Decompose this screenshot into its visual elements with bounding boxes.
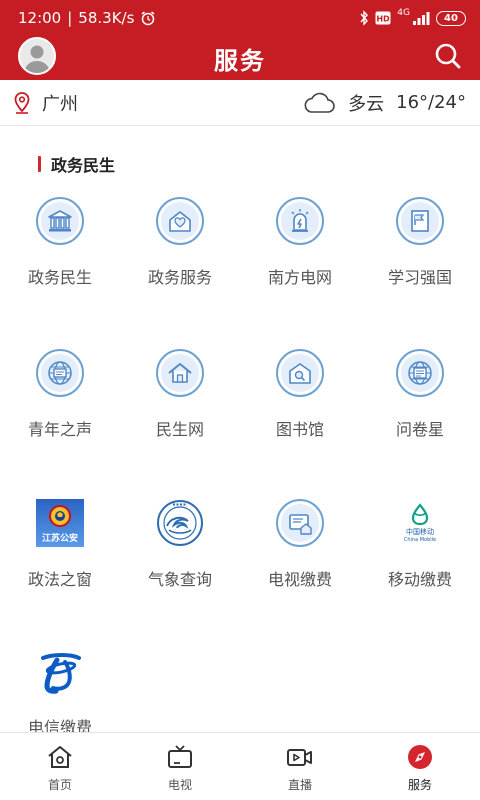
service-label: 问卷星 [395, 420, 444, 439]
service-tile-qingnian-zhisheng[interactable]: 青年之声 [0, 348, 120, 458]
tab-service[interactable]: 服务 [360, 733, 480, 800]
service-label: 图书馆 [275, 420, 324, 439]
service-label: 气象查询 [147, 570, 212, 589]
service-label: 政务民生 [27, 268, 92, 287]
weather-condition: 多云 [348, 93, 385, 115]
search-button[interactable] [432, 40, 464, 72]
service-label: 电视缴费 [267, 570, 332, 589]
service-label: 学习强国 [387, 268, 452, 287]
status-bar: 12:00 | 58.3K/s HD 4G 40 [0, 0, 480, 36]
police-emblem-icon: 江苏公安 [36, 499, 84, 547]
network-type: 4G [397, 8, 410, 18]
service-tile-yidong-jiaofei[interactable]: 中国移动 China Mobile 移动缴费 [360, 498, 480, 608]
service-tile-tushuguan[interactable]: 图书馆 [240, 348, 360, 458]
heart-house-icon [169, 211, 191, 232]
cloud-icon [304, 92, 335, 113]
tab-label: 首页 [47, 778, 72, 792]
service-tile-dianshi-jiaofei[interactable]: 电视缴费 [240, 498, 360, 608]
status-speed: 58.3K/s [78, 9, 135, 27]
app-header: 服务 [0, 36, 480, 80]
service-tile-zhengwu-minsheng[interactable]: 政务民生 [0, 196, 120, 306]
status-time: 12:00 [18, 9, 62, 27]
globe-survey-icon [408, 361, 432, 385]
house-icon [168, 363, 192, 383]
tab-tv[interactable]: 电视 [120, 733, 240, 800]
service-tile-nanfang-dianwang[interactable]: 南方电网 [240, 196, 360, 306]
search-icon [435, 43, 461, 69]
weather-bar: 广州 多云 16°/24° [0, 80, 480, 126]
china-telecom-logo-icon [41, 653, 81, 694]
flag-book-icon [411, 210, 429, 232]
power-bolt-icon [291, 209, 309, 232]
library-search-icon [289, 363, 311, 384]
status-separator: | [67, 9, 73, 27]
user-avatar-icon [20, 39, 54, 73]
meteorology-logo-icon [157, 500, 203, 546]
location[interactable]: 广州 [14, 90, 78, 116]
service-label: 青年之声 [27, 420, 92, 439]
service-tile-minsheng-wang[interactable]: 民生网 [120, 348, 240, 458]
tv-payment-icon [289, 514, 312, 535]
page-title: 服务 [214, 46, 266, 75]
compass-icon [408, 745, 432, 769]
service-label: 南方电网 [267, 268, 332, 287]
service-tile-zhengwu-fuwu[interactable]: 政务服务 [120, 196, 240, 306]
tab-home[interactable]: 首页 [0, 733, 120, 800]
tab-label: 服务 [407, 778, 432, 792]
temperature: 16°/24° [396, 92, 466, 113]
alarm-clock-icon [141, 11, 155, 26]
location-pin-icon [14, 91, 30, 114]
section-title: 政务民生 [51, 156, 116, 175]
china-mobile-logo-subtext: China Mobile [404, 537, 436, 543]
service-tile-xuexi-qiangguo[interactable]: 学习强国 [360, 196, 480, 306]
service-label: 政务服务 [147, 268, 212, 287]
service-label: 政法之窗 [27, 570, 92, 589]
service-label: 移动缴费 [387, 570, 452, 589]
china-mobile-logo-icon: 中国移动 China Mobile [404, 503, 436, 543]
home-icon [48, 746, 72, 768]
battery-indicator: 40 [436, 10, 466, 26]
globe-chat-icon [48, 361, 72, 385]
avatar[interactable] [18, 37, 56, 75]
service-label: 民生网 [155, 420, 204, 439]
tab-live[interactable]: 直播 [240, 733, 360, 800]
live-video-icon [287, 749, 312, 766]
service-tile-zhengfa-zhichuang[interactable]: 江苏公安 政法之窗 [0, 498, 120, 608]
tv-icon [168, 745, 192, 768]
china-mobile-logo-text: 中国移动 [406, 527, 434, 536]
government-building-icon [48, 210, 72, 232]
police-logo-text: 江苏公安 [42, 532, 78, 544]
svg-text:HD: HD [377, 15, 391, 24]
bluetooth-icon [360, 10, 369, 26]
bottom-tab-bar: 首页 电视 直播 服务 [0, 732, 480, 800]
hd-voice-icon: HD [375, 11, 391, 25]
service-tile-wenjuanxing[interactable]: 问卷星 [360, 348, 480, 458]
tab-label: 电视 [167, 778, 192, 792]
service-tile-qixiang-chaxun[interactable]: 气象查询 [120, 498, 240, 608]
tab-label: 直播 [287, 778, 312, 792]
city-name: 广州 [42, 93, 78, 115]
section-header: 政务民生 [38, 152, 115, 176]
signal-icon [413, 12, 430, 25]
section-accent-bar [38, 156, 41, 172]
